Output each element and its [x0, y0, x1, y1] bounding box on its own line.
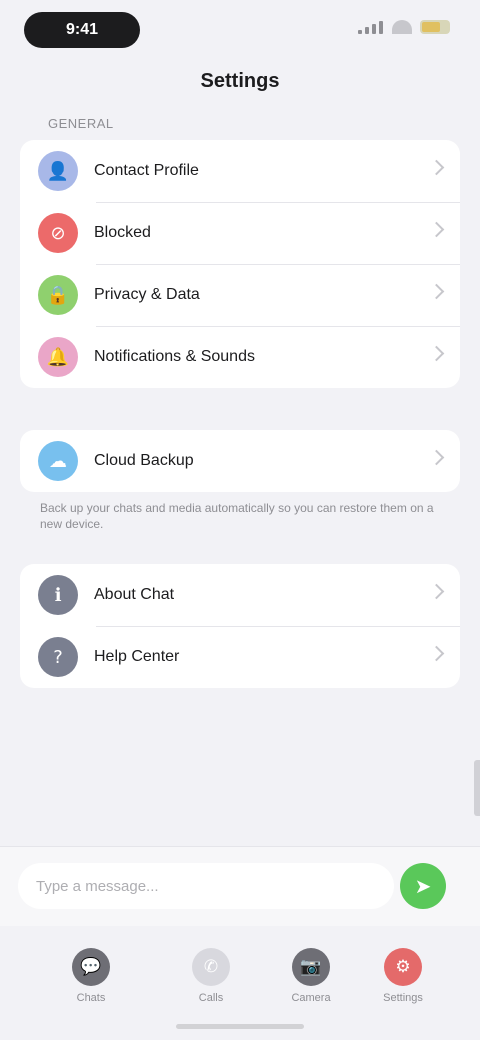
- chevron-right-icon: [428, 159, 445, 176]
- chevron-right-icon: [428, 645, 445, 662]
- chevron-right-icon: [428, 345, 445, 362]
- tab-bar: 💬 Chats ✆ Calls 📷 Camera ⚙ Settings: [0, 926, 480, 1040]
- chevron-right-icon: [428, 583, 445, 600]
- tab-camera[interactable]: 📷 Camera: [276, 948, 346, 1004]
- tab-label: Calls: [198, 992, 224, 1004]
- section-header-general: GENERAL: [48, 116, 114, 131]
- status-bar: 9:41: [0, 0, 480, 64]
- battery-icon: [420, 20, 450, 34]
- tab-chats[interactable]: 💬 Chats: [56, 948, 126, 1004]
- status-time: 9:41: [24, 12, 140, 48]
- gear-icon: ⚙: [384, 948, 422, 986]
- tab-label: Chats: [76, 992, 106, 1004]
- tab-label: Settings: [383, 992, 423, 1004]
- lock-icon: 🔒: [38, 275, 78, 315]
- settings-row-contact-profile[interactable]: 👤 Contact Profile: [20, 140, 460, 202]
- home-indicator: [176, 1024, 304, 1029]
- tab-settings[interactable]: ⚙ Settings: [368, 948, 438, 1004]
- row-label: Contact Profile: [94, 162, 199, 179]
- tab-label: Camera: [291, 992, 331, 1004]
- settings-group-about: ℹ About Chat ? Help Center: [20, 564, 460, 688]
- status-icons: [358, 20, 450, 34]
- settings-group-backup: ☁ Cloud Backup: [20, 430, 460, 492]
- message-input[interactable]: [18, 863, 394, 909]
- send-icon: ➤: [414, 874, 432, 898]
- row-label: Notifications & Sounds: [94, 348, 255, 365]
- help-icon: ?: [38, 637, 78, 677]
- row-label: Help Center: [94, 648, 180, 665]
- message-composer: ➤: [0, 846, 480, 927]
- wifi-icon: [392, 20, 412, 34]
- bell-icon: 🔔: [38, 337, 78, 377]
- scroll-handle[interactable]: [474, 760, 480, 816]
- row-label: About Chat: [94, 586, 175, 603]
- cloud-icon: ☁: [38, 441, 78, 481]
- page-title: Settings: [200, 70, 280, 92]
- tab-calls[interactable]: ✆ Calls: [176, 948, 246, 1004]
- row-label: Blocked: [94, 224, 151, 241]
- block-icon: ⊘: [38, 213, 78, 253]
- settings-row-about[interactable]: ℹ About Chat: [20, 564, 460, 626]
- settings-row-blocked[interactable]: ⊘ Blocked: [20, 202, 460, 264]
- row-label: Privacy & Data: [94, 286, 200, 303]
- chevron-right-icon: [428, 283, 445, 300]
- chat-icon: 💬: [72, 948, 110, 986]
- settings-row-help[interactable]: ? Help Center: [20, 626, 460, 688]
- chevron-right-icon: [428, 221, 445, 238]
- backup-footnote: Back up your chats and media automatical…: [40, 501, 434, 531]
- row-label: Cloud Backup: [94, 452, 194, 469]
- person-icon: 👤: [38, 151, 78, 191]
- camera-icon: 📷: [292, 948, 330, 986]
- settings-group-general: 👤 Contact Profile ⊘ Blocked 🔒 Privacy & …: [20, 140, 460, 388]
- phone-icon: ✆: [192, 948, 230, 986]
- info-icon: ℹ: [38, 575, 78, 615]
- settings-row-notifications[interactable]: 🔔 Notifications & Sounds: [20, 326, 460, 388]
- signal-icon: [358, 20, 384, 34]
- settings-row-privacy[interactable]: 🔒 Privacy & Data: [20, 264, 460, 326]
- send-button[interactable]: ➤: [400, 863, 446, 909]
- settings-row-cloud-backup[interactable]: ☁ Cloud Backup: [20, 430, 460, 492]
- chevron-right-icon: [428, 449, 445, 466]
